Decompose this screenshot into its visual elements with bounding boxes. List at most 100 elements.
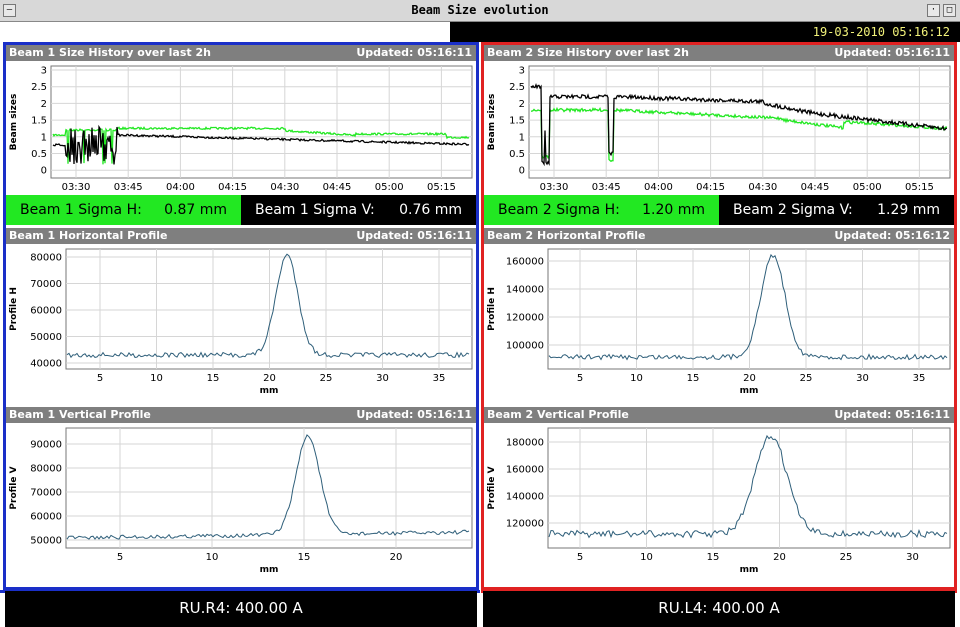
beam1-history-xtick: 03:30 <box>62 182 91 193</box>
beam2-vprofile-xtick: 10 <box>640 552 653 563</box>
beam1-vprofile-ytick: 50000 <box>30 536 62 547</box>
beam2-history-ytick: 1.5 <box>509 116 525 127</box>
beam2-hprofile-xlabel: mm <box>740 386 759 396</box>
beam1-vprofile-ytick: 60000 <box>30 512 62 523</box>
beam2-sigma-h-value: 1.20 mm <box>642 202 705 218</box>
beam1-size-history-chart: 3 2.5 2 1.5 1 0.5 0 03:30 03:45 04:00 04:15 04:30 04… <box>9 65 473 193</box>
beam1-history-xtick: 05:00 <box>375 182 404 193</box>
beam1-history-xtick: 04:00 <box>166 182 195 193</box>
beam1-history-ytick: 1 <box>41 132 47 143</box>
beam1-sigma-v-label: Beam 1 Sigma V: <box>255 202 375 218</box>
beam1-vprofile-ytick: 70000 <box>30 488 62 499</box>
beam1-hprofile-ytick: 70000 <box>30 279 62 290</box>
beam2-hprofile-ytick: 160000 <box>506 257 544 268</box>
beam2-panel: Beam 2 Size History over last 2h Updated… <box>481 42 957 590</box>
beam1-history-ytick: 2.5 <box>31 82 47 93</box>
beam2-history-header: Beam 2 Size History over last 2h Updated… <box>484 45 954 61</box>
beam1-history-title: Beam 1 Size History over last 2h <box>9 46 211 59</box>
beam2-hprofile-ytick: 120000 <box>506 313 544 324</box>
beam2-history-title: Beam 2 Size History over last 2h <box>487 46 689 59</box>
beam2-history-ytick: 2.5 <box>509 82 525 93</box>
beam2-history-ytick: 0 <box>519 166 525 177</box>
beam1-hprofile-xtick: 25 <box>320 373 333 384</box>
beam2-vprofile-xtick: 30 <box>906 552 919 563</box>
beam2-history-ytick: 1 <box>519 132 525 143</box>
beam2-vprofile-ylabel: Profile V <box>487 466 497 509</box>
beam1-hprofile-header: Beam 1 Horizontal Profile Updated: 05:16… <box>6 228 476 244</box>
beam2-history-xtick: 04:15 <box>696 182 725 193</box>
beam2-vprofile-xtick: 5 <box>577 552 583 563</box>
beam1-vprofile-updated: Updated: 05:16:11 <box>356 408 472 421</box>
window-titlebar: – Beam Size evolution · □ <box>0 0 960 22</box>
beam2-sigma-h: Beam 2 Sigma H: 1.20 mm <box>484 195 719 225</box>
beam2-sigma-h-label: Beam 2 Sigma H: <box>498 202 620 218</box>
beam1-hprofile-xlabel: mm <box>260 386 279 396</box>
beam1-hprofile-updated: Updated: 05:16:11 <box>356 229 472 242</box>
beam1-history-ytick: 3 <box>41 66 47 77</box>
beam2-history-ytick: 2 <box>519 99 525 110</box>
date-time-bar: 19-03-2010 05:16:12 <box>450 22 960 42</box>
beam1-hprofile-ytick: 40000 <box>30 359 62 370</box>
beam1-vprofile-xtick: 10 <box>206 552 219 563</box>
beam2-vprofile-header: Beam 2 Vertical Profile Updated: 05:16:1… <box>484 407 954 423</box>
beam1-vprofile-xtick: 5 <box>117 552 123 563</box>
beam1-vprofile-header: Beam 1 Vertical Profile Updated: 05:16:1… <box>6 407 476 423</box>
beam1-hprofile-xtick: 20 <box>263 373 276 384</box>
beam2-vertical-profile-chart: 180000 160000 140000 120000 5 10 15 20 25 30 Profi… <box>487 427 951 575</box>
beam2-vprofile-xtick: 25 <box>840 552 853 563</box>
beam1-sigma-h-value: 0.87 mm <box>164 202 227 218</box>
beam2-vprofile-xlabel: mm <box>740 565 759 575</box>
beam2-vprofile-ytick: 160000 <box>506 465 544 476</box>
beam1-hprofile-xtick: 15 <box>207 373 220 384</box>
beam2-hprofile-ytick: 140000 <box>506 285 544 296</box>
beam1-hprofile-ytick: 50000 <box>30 332 62 343</box>
beam1-history-ytick: 0 <box>41 166 47 177</box>
beam1-vprofile-xtick: 15 <box>298 552 311 563</box>
beam1-hprofile-title: Beam 1 Horizontal Profile <box>9 229 168 242</box>
beam2-current: RU.L4: 400.00 A <box>483 591 955 627</box>
beam1-hprofile-ytick: 60000 <box>30 306 62 317</box>
beam1-current: RU.R4: 400.00 A <box>5 591 477 627</box>
beam1-vprofile-plot-area <box>65 427 473 549</box>
beam1-sigma-v-value: 0.76 mm <box>399 202 462 218</box>
maximize-icon[interactable]: □ <box>943 4 956 17</box>
beam1-history-ytick: 0.5 <box>31 149 47 160</box>
beam1-hprofile-xtick: 30 <box>376 373 389 384</box>
beam1-hprofile-xtick: 10 <box>150 373 163 384</box>
beam1-history-ylabel: Beam sizes <box>9 94 19 151</box>
beam2-horizontal-profile-chart: 160000 140000 120000 100000 5 10 15 20 25 30 35 Pro… <box>487 248 951 396</box>
beam2-hprofile-updated: Updated: 05:16:12 <box>834 229 950 242</box>
window-title: Beam Size evolution <box>411 3 549 17</box>
beam1-hprofile-ylabel: Profile H <box>9 287 19 331</box>
beam2-hprofile-xtick: 30 <box>856 373 869 384</box>
beam1-horizontal-profile-chart: 80000 70000 60000 50000 40000 5 10 15 20 25 30 35 Pr… <box>9 248 473 396</box>
beam1-history-xtick: 04:15 <box>218 182 247 193</box>
beam1-sigma-h-label: Beam 1 Sigma H: <box>20 202 142 218</box>
beam1-history-ytick: 2 <box>41 99 47 110</box>
beam2-hprofile-xtick: 5 <box>577 373 583 384</box>
beam1-sigma-bar: Beam 1 Sigma H: 0.87 mm Beam 1 Sigma V: 0.… <box>6 195 476 225</box>
beam2-hprofile-xtick: 25 <box>800 373 813 384</box>
beam1-hprofile-xtick: 35 <box>433 373 446 384</box>
beam1-sigma-h: Beam 1 Sigma H: 0.87 mm <box>6 195 241 225</box>
beam2-history-ytick: 0.5 <box>509 149 525 160</box>
beam2-hprofile-ylabel: Profile H <box>487 287 497 331</box>
beam2-hprofile-ytick: 100000 <box>506 341 544 352</box>
beam1-vprofile-xlabel: mm <box>260 565 279 575</box>
beam2-history-updated: Updated: 05:16:11 <box>834 46 950 59</box>
minimize-icon[interactable]: · <box>927 4 940 17</box>
beam2-sigma-v-label: Beam 2 Sigma V: <box>733 202 853 218</box>
beam2-history-ylabel: Beam sizes <box>487 94 497 151</box>
beam2-hprofile-xtick: 20 <box>743 373 756 384</box>
beam2-history-xtick: 05:15 <box>905 182 934 193</box>
beam2-vprofile-plot-area <box>547 427 951 549</box>
beam2-vprofile-ytick: 120000 <box>506 519 544 530</box>
beam1-vprofile-ylabel: Profile V <box>9 466 19 509</box>
beam2-hprofile-xtick: 10 <box>630 373 643 384</box>
beam2-history-xtick: 04:45 <box>801 182 830 193</box>
beam2-hprofile-header: Beam 2 Horizontal Profile Updated: 05:16… <box>484 228 954 244</box>
beam1-history-ytick: 1.5 <box>31 116 47 127</box>
beam1-vprofile-xtick: 20 <box>390 552 403 563</box>
beam1-hprofile-ytick: 80000 <box>30 253 62 264</box>
beam1-history-header: Beam 1 Size History over last 2h Updated… <box>6 45 476 61</box>
